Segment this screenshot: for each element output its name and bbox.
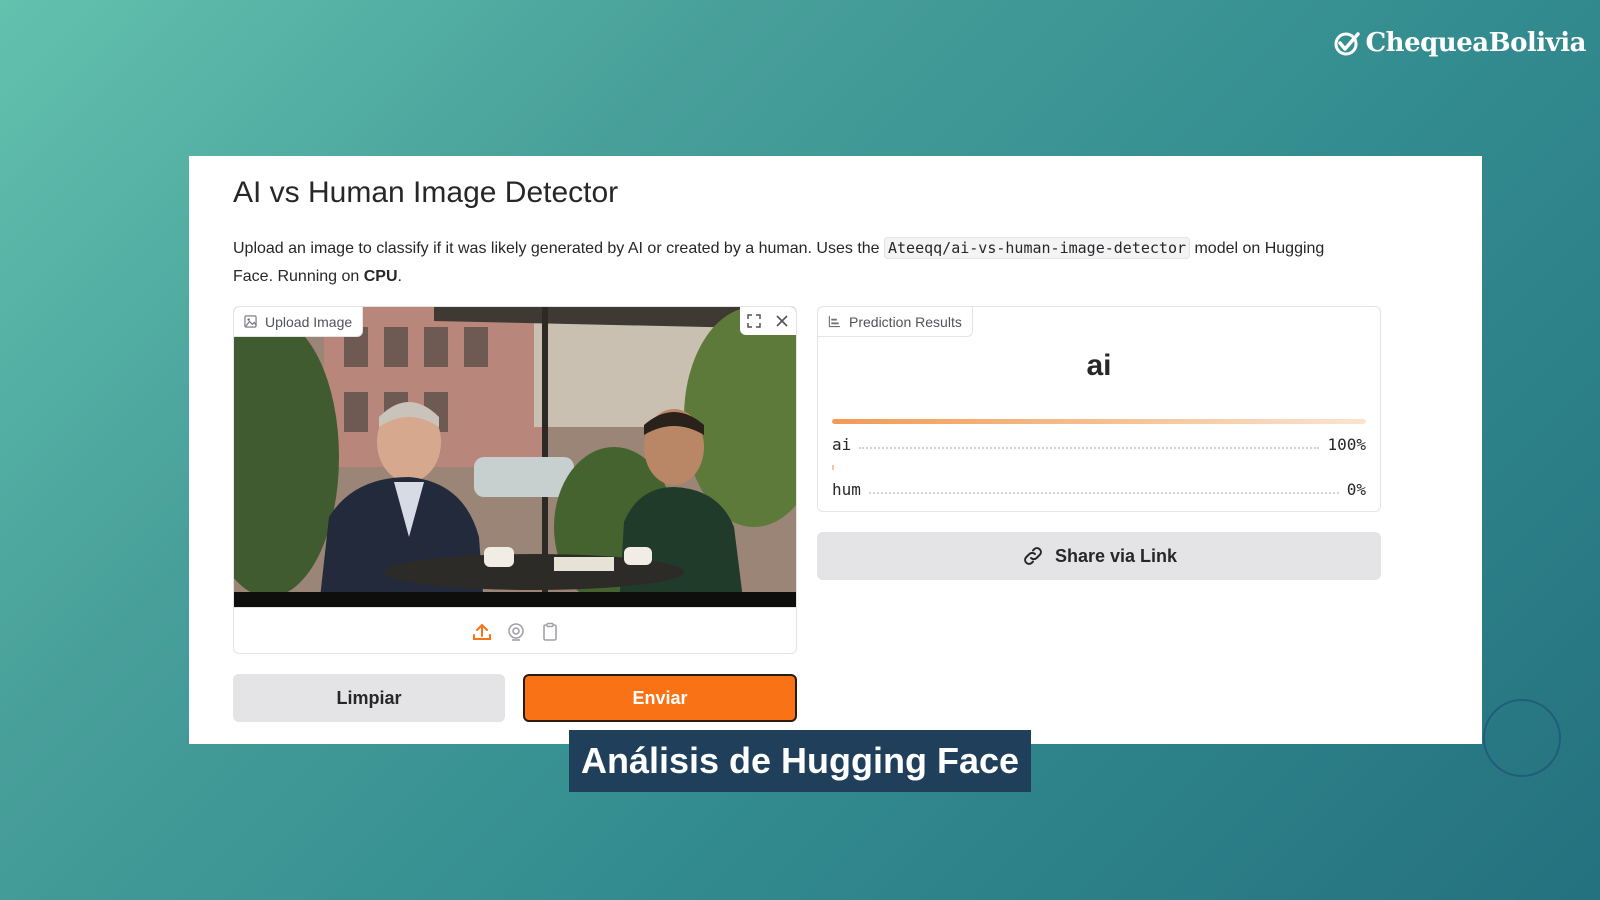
check-circle-icon (1334, 32, 1361, 56)
dotted-leader (868, 492, 1339, 494)
prediction-results: Prediction Results ai ai 100% hum 0% (817, 306, 1381, 512)
dotted-leader (859, 447, 1320, 449)
bar-chart-icon (828, 315, 841, 328)
image-toolbar (740, 307, 796, 335)
decorative-circle (1483, 699, 1561, 777)
class-value: 100% (1327, 434, 1366, 454)
confidence-fill-ai (832, 419, 1366, 424)
fullscreen-icon[interactable] (740, 307, 768, 335)
image-upload[interactable]: Upload Image (233, 306, 797, 654)
upload-icon[interactable] (472, 622, 492, 642)
app-title: AI vs Human Image Detector (233, 176, 619, 209)
uploaded-photo (234, 307, 796, 607)
prediction-results-label: Prediction Results (818, 307, 973, 337)
description-text: Upload an image to classify if it was li… (233, 240, 884, 257)
prediction-results-text: Prediction Results (849, 313, 962, 330)
brand-logo: ChequeaBolivia (1333, 28, 1586, 58)
submit-button[interactable]: Enviar (523, 674, 797, 722)
link-icon (1024, 547, 1042, 565)
upload-source-bar (234, 607, 796, 653)
class-label: ai (832, 434, 852, 454)
close-icon[interactable] (768, 307, 796, 335)
top-prediction: ai (1086, 349, 1112, 382)
webcam-icon[interactable] (506, 622, 526, 642)
confidence-bar-hum (832, 465, 834, 470)
model-code: Ateeqq/ai-vs-human-image-detector (884, 237, 1191, 259)
app-panel: AI vs Human Image Detector Upload an ima… (189, 156, 1482, 744)
clear-button[interactable]: Limpiar (233, 674, 505, 722)
video-caption: Análisis de Hugging Face (569, 730, 1031, 792)
device-label: CPU (363, 268, 398, 285)
class-value: 0% (1346, 479, 1366, 499)
clipboard-icon[interactable] (540, 622, 560, 642)
upload-image-label: Upload Image (234, 307, 364, 337)
confidence-row: ai 100% (832, 433, 1366, 455)
image-icon (244, 315, 257, 328)
confidence-row: hum 0% (832, 478, 1366, 500)
share-via-link-button[interactable]: Share via Link (817, 532, 1381, 580)
brand-name: ChequeaBolivia (1365, 28, 1586, 58)
class-label: hum (832, 479, 861, 499)
upload-image-text: Upload Image (265, 313, 353, 330)
app-description: Upload an image to classify if it was li… (233, 234, 1353, 291)
description-text-end: . (397, 268, 402, 285)
share-via-link-text: Share via Link (1054, 545, 1178, 566)
confidence-bar-ai (832, 419, 1366, 424)
